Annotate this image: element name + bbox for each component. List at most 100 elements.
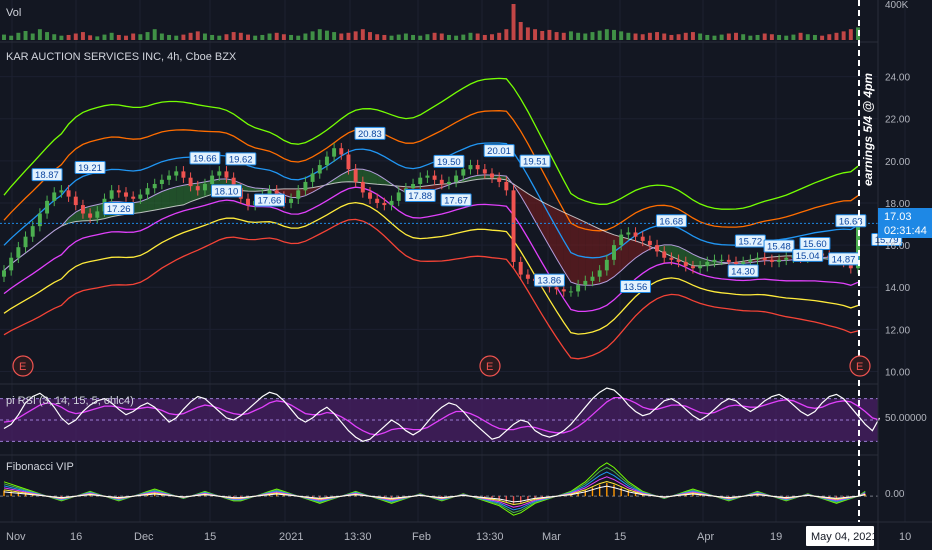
trend-fill-50 <box>362 169 370 184</box>
volume-bar-72 <box>518 22 523 40</box>
volume-bar-87 <box>626 32 631 40</box>
volume-bar-6 <box>45 32 50 40</box>
candle-body-89 <box>640 236 645 241</box>
volume-bar-4 <box>30 33 35 40</box>
trend-fill-22 <box>161 188 170 209</box>
volume-bar-112 <box>805 34 810 40</box>
candle-body-83 <box>597 270 602 277</box>
time-tick-6: Feb <box>412 531 431 543</box>
svg-text:May 04, 2021: May 04, 2021 <box>811 531 878 543</box>
candle-body-61 <box>439 179 444 185</box>
price-label-8: 19.50 <box>433 154 465 168</box>
candle-body-49 <box>353 169 358 182</box>
volume-bar-14 <box>102 34 107 40</box>
price-label-text-8: 19.50 <box>437 157 461 168</box>
volume-bar-85 <box>612 29 616 40</box>
volume-bar-28 <box>202 33 207 40</box>
volume-bar-55 <box>396 34 401 40</box>
volume-bar-113 <box>812 34 817 40</box>
candle-body-93 <box>669 257 674 260</box>
earnings-marker-2[interactable]: E <box>479 355 501 377</box>
volume-bar-9 <box>66 34 71 40</box>
price-label-18: 14.30 <box>727 264 759 278</box>
candle-body-59 <box>425 175 430 178</box>
candle-body-15 <box>109 190 114 199</box>
volume-bar-66 <box>475 33 480 40</box>
price-label-0: 18.87 <box>31 168 63 182</box>
volume-bar-16 <box>116 34 121 40</box>
volume-bar-60 <box>432 32 437 40</box>
candle-body-29 <box>210 175 215 185</box>
candle-body-107 <box>769 259 774 262</box>
price-label-19: 15.60 <box>799 237 831 251</box>
volume-bar-115 <box>827 34 832 40</box>
candle-body-6 <box>45 200 50 214</box>
candle-body-23 <box>167 175 172 180</box>
candle-body-88 <box>633 232 638 237</box>
price-label-text-14: 13.56 <box>624 282 648 293</box>
candle-body-103 <box>741 261 746 265</box>
candle-body-81 <box>583 280 588 286</box>
volume-bar-90 <box>647 32 652 40</box>
price-label-15: 16.68 <box>655 214 687 228</box>
price-label-text-12: 19.51 <box>523 157 547 168</box>
volume-bar-1 <box>9 35 14 40</box>
candle-body-41 <box>296 190 301 199</box>
candle-body-63 <box>454 175 459 182</box>
volume-bar-48 <box>346 32 351 40</box>
candle-body-68 <box>490 173 494 178</box>
time-tick-8: Mar <box>542 531 561 543</box>
candle-body-106 <box>762 257 767 260</box>
candle-body-70 <box>504 181 509 191</box>
price-label-text-11: 20.01 <box>487 146 511 157</box>
volume-bar-110 <box>791 34 796 40</box>
candle-body-97 <box>698 266 703 269</box>
chart-canvas[interactable]: 18.87 19.21 17.26 19.66 19.62 18.10 17.66 20.83… <box>0 0 932 550</box>
volume-bar-65 <box>468 32 473 40</box>
volume-bar-11 <box>80 32 85 40</box>
candle-body-87 <box>626 232 631 235</box>
candle-body-46 <box>332 148 337 157</box>
price-label-4: 19.62 <box>225 152 257 166</box>
candle-body-21 <box>152 184 157 189</box>
volume-bar-43 <box>310 31 315 40</box>
volume-bar-77 <box>554 32 559 40</box>
bar-countdown: 02:31:44 <box>884 225 927 237</box>
price-label-text-6: 17.66 <box>258 196 282 207</box>
candle-body-73 <box>525 274 530 279</box>
volume-bar-17 <box>124 35 128 40</box>
volume-bar-32 <box>231 32 236 40</box>
candle-body-27 <box>195 186 200 191</box>
candle-body-9 <box>66 190 71 197</box>
price-label-20: 15.04 <box>792 248 824 262</box>
volume-bar-52 <box>375 34 380 40</box>
candle-body-79 <box>568 291 573 293</box>
volume-bar-93 <box>669 34 674 40</box>
earnings-marker-3[interactable]: E <box>849 355 871 377</box>
candle-body-72 <box>518 261 523 275</box>
candle-body-30 <box>217 171 222 176</box>
volume-bar-21 <box>152 29 157 40</box>
volume-bar-18 <box>131 33 136 40</box>
volume-bar-44 <box>317 29 322 40</box>
volume-bar-94 <box>676 34 681 40</box>
earnings-annotation: earnings 5/4 @ 4pm <box>861 73 875 186</box>
candle-body-8 <box>59 190 64 193</box>
price-label-10: 17.67 <box>440 193 472 207</box>
volume-pane-title: Vol <box>6 7 21 19</box>
volume-bar-64 <box>461 34 466 40</box>
volume-bar-69 <box>497 32 502 40</box>
volume-bar-49 <box>353 31 358 40</box>
time-tick-4: 2021 <box>279 531 303 543</box>
volume-bar-103 <box>741 34 746 40</box>
candle-body-94 <box>676 259 681 262</box>
candle-body-101 <box>726 259 731 262</box>
price-label-21: 16.68 <box>835 214 867 228</box>
price-tick-0: 24.00 <box>885 73 910 84</box>
volume-bar-46 <box>332 32 337 40</box>
price-tick-6: 12.00 <box>885 325 910 336</box>
price-label-text-22: 14.87 <box>832 254 856 265</box>
earnings-marker-1[interactable]: E <box>12 355 34 377</box>
volume-bar-25 <box>181 34 186 40</box>
main-pane-title: KAR AUCTION SERVICES INC, 4h, Cboe BZX <box>6 51 237 63</box>
